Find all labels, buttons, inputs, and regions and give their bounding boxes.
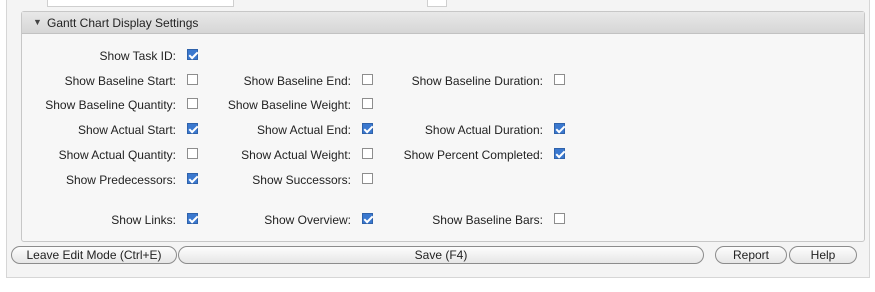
settings-row: Show Actual Quantity: Show Actual Weight:… xyxy=(22,146,864,164)
setting-label: Show Baseline Bars: xyxy=(432,213,543,227)
panel-header[interactable]: ▼ Gantt Chart Display Settings xyxy=(22,12,864,34)
settings-row: Show Links: Show Overview: Show Baseline B… xyxy=(22,211,864,229)
setting-label: Show Successors: xyxy=(252,173,351,187)
setting-show-baseline-bars: Show Baseline Bars: xyxy=(22,211,565,229)
settings-row: Show Baseline Quantity: Show Baseline Wei… xyxy=(22,96,864,114)
setting-label: Show Actual Duration: xyxy=(424,123,543,137)
report-button[interactable]: Report xyxy=(715,246,787,264)
setting-show-task-id: Show Task ID: xyxy=(22,47,198,65)
leave-edit-mode-button[interactable]: Leave Edit Mode (Ctrl+E) xyxy=(11,246,177,264)
settings-row: Show Predecessors: Show Successors: xyxy=(22,171,864,189)
show-baseline-duration-checkbox[interactable] xyxy=(554,74,565,85)
show-successors-checkbox[interactable] xyxy=(362,173,373,184)
settings-row: Show Actual Start: Show Actual End: Show A… xyxy=(22,121,864,139)
setting-show-baseline-duration: Show Baseline Duration: xyxy=(22,72,565,90)
show-actual-duration-checkbox[interactable] xyxy=(554,123,565,134)
show-baseline-bars-checkbox[interactable] xyxy=(554,213,565,224)
setting-label: Show Percent Completed: xyxy=(403,148,543,162)
setting-label: Show Task ID: xyxy=(99,49,176,63)
setting-show-successors: Show Successors: xyxy=(22,171,373,189)
partial-field-small xyxy=(427,0,447,7)
setting-show-baseline-weight: Show Baseline Weight: xyxy=(22,96,373,114)
help-button[interactable]: Help xyxy=(789,246,857,264)
settings-row: Show Baseline Start: Show Baseline End: Sh… xyxy=(22,72,864,90)
save-button[interactable]: Save (F4) xyxy=(178,246,704,264)
collapse-triangle-icon[interactable]: ▼ xyxy=(33,17,42,27)
show-percent-completed-checkbox[interactable] xyxy=(554,148,565,159)
top-strip xyxy=(7,0,869,10)
show-task-id-checkbox[interactable] xyxy=(187,49,198,60)
panel-title: Gantt Chart Display Settings xyxy=(47,16,199,30)
setting-label: Show Baseline Weight: xyxy=(227,98,351,112)
show-baseline-weight-checkbox[interactable] xyxy=(362,98,373,109)
setting-show-actual-duration: Show Actual Duration: xyxy=(22,121,565,139)
partial-field xyxy=(47,0,234,7)
setting-label: Show Baseline Duration: xyxy=(411,74,543,88)
settings-container: ▼ Gantt Chart Display Settings Show Task… xyxy=(6,0,870,278)
settings-row: Show Task ID: xyxy=(22,47,864,65)
setting-show-percent-completed: Show Percent Completed: xyxy=(22,146,565,164)
gantt-settings-panel: ▼ Gantt Chart Display Settings Show Task… xyxy=(21,11,865,242)
